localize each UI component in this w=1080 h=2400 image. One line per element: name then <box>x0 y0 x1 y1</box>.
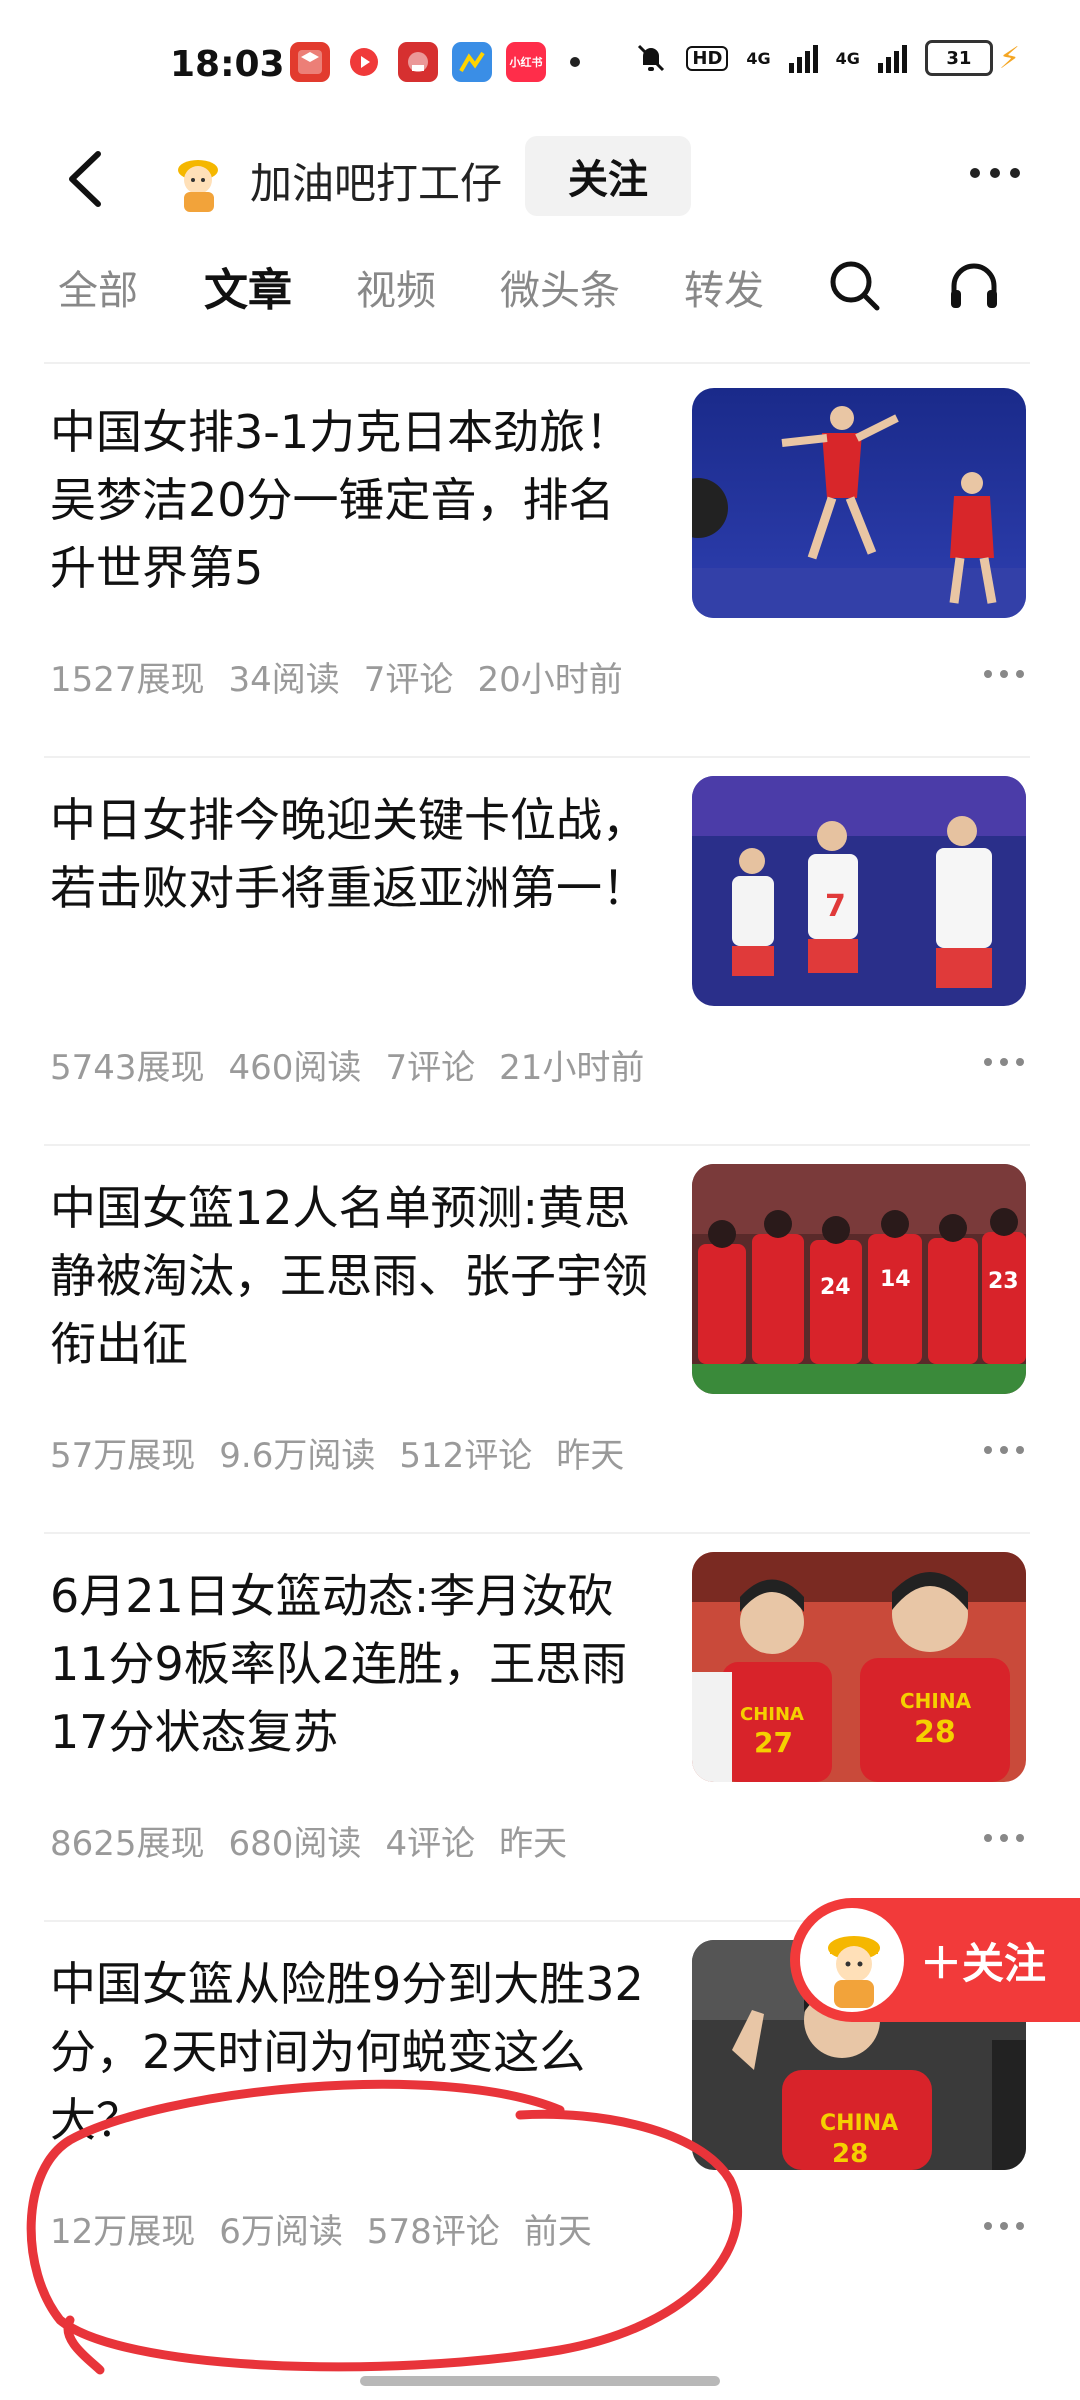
article-stats: 5743展现 460阅读 7评论 21小时前 <box>50 1040 644 1089</box>
app-icon-5: 小红书 <box>506 42 546 82</box>
article-stats: 1527展现 34阅读 7评论 20小时前 <box>50 652 623 701</box>
reads-count: 34阅读 <box>228 660 340 700</box>
publish-time: 21小时前 <box>499 1048 645 1088</box>
article-item[interactable]: 中国女排3-1力克日本劲旅！吴梦洁20分一锤定音，排名升世界第5 1527展现 … <box>0 364 1080 734</box>
tab-articles[interactable]: 文章 <box>204 254 292 318</box>
network-type-1: 4G <box>746 48 771 68</box>
status-indicators: HD 4G 4G 31 ⚡ <box>634 40 1020 76</box>
status-bar: 18:03 小红书 HD 4G 4G 31 ⚡ <box>0 0 1080 130</box>
battery-icon: 31 <box>924 40 993 76</box>
views-count: 8625展现 <box>50 1824 205 1864</box>
tab-micro-posts[interactable]: 微头条 <box>500 258 620 316</box>
reads-count: 460阅读 <box>228 1048 362 1088</box>
back-button[interactable] <box>56 144 116 214</box>
app-icon-3 <box>398 42 438 82</box>
comments-count: 7评论 <box>385 1048 476 1088</box>
article-thumbnail[interactable]: 24 14 23 <box>692 1164 1026 1394</box>
signal-bars-icon-2 <box>877 43 907 73</box>
home-indicator[interactable] <box>360 2376 720 2386</box>
article-more-button[interactable] <box>984 2222 1024 2230</box>
reads-count: 680阅读 <box>228 1824 362 1864</box>
search-button[interactable] <box>825 256 885 316</box>
jersey-text: CHINA <box>820 2111 898 2136</box>
article-thumbnail[interactable]: 7 <box>692 776 1026 1006</box>
charging-icon: ⚡ <box>998 40 1020 76</box>
notification-app-icons: 小红书 <box>290 42 580 82</box>
views-count: 5743展现 <box>50 1048 205 1088</box>
jersey-number: 14 <box>880 1267 911 1292</box>
tab-videos[interactable]: 视频 <box>356 258 436 316</box>
avatar <box>800 1908 904 2012</box>
article-item[interactable]: 中日女排今晚迎关键卡位战，若击败对手将重返亚洲第一！ 7 5743展现 460阅… <box>0 752 1080 1122</box>
article-title[interactable]: 中国女排3-1力克日本劲旅！吴梦洁20分一锤定音，排名升世界第5 <box>50 398 650 602</box>
article-item[interactable]: 6月21日女篮动态:李月汝砍11分9板率队2连胜，王思雨17分状态复苏 CHIN… <box>0 1528 1080 1898</box>
listen-button[interactable] <box>944 256 1004 316</box>
comments-count: 4评论 <box>385 1824 476 1864</box>
article-more-button[interactable] <box>984 1834 1024 1842</box>
content-tabs: 全部 文章 视频 微头条 转发 <box>0 250 1080 340</box>
app-icon-2 <box>344 42 384 82</box>
account-name: 加油吧打工仔 <box>250 159 503 208</box>
more-options-button[interactable] <box>970 168 1020 178</box>
publish-time: 昨天 <box>556 1436 625 1476</box>
network-type-2: 4G <box>835 48 860 68</box>
dot-icon <box>990 168 1000 178</box>
publish-time: 昨天 <box>499 1824 568 1864</box>
article-stats: 12万展现 6万阅读 578评论 前天 <box>50 2204 592 2253</box>
mute-bell-icon <box>638 44 665 72</box>
article-item[interactable]: 中国女篮12人名单预测:黄思静被淘汰，王思雨、张子宇领衔出征 24 14 23 … <box>0 1140 1080 1510</box>
article-title[interactable]: 6月21日女篮动态:李月汝砍11分9板率队2连胜，王思雨17分状态复苏 <box>50 1562 650 1766</box>
article-more-button[interactable] <box>984 1058 1024 1066</box>
app-icon-4 <box>452 42 492 82</box>
article-stats: 8625展现 680阅读 4评论 昨天 <box>50 1816 567 1865</box>
tab-all[interactable]: 全部 <box>58 258 138 316</box>
article-more-button[interactable] <box>984 670 1024 678</box>
jersey-number: 28 <box>914 1715 956 1750</box>
search-icon <box>830 261 880 311</box>
comments-count: 7评论 <box>363 660 454 700</box>
app-icon-1 <box>290 42 330 82</box>
headphones-icon <box>951 263 997 308</box>
more-notifications-dot <box>570 57 580 67</box>
reads-count: 6万阅读 <box>219 2212 343 2252</box>
status-time: 18:03 <box>170 44 285 85</box>
article-more-button[interactable] <box>984 1446 1024 1454</box>
floating-follow-button[interactable]: ＋关注 <box>790 1898 1080 2022</box>
floating-follow-label: ＋关注 <box>920 1939 1047 1988</box>
comments-count: 512评论 <box>399 1436 533 1476</box>
article-title[interactable]: 中国女篮12人名单预测:黄思静被淘汰，王思雨、张子宇领衔出征 <box>50 1174 650 1378</box>
jersey-text: CHINA <box>740 1704 804 1725</box>
publish-time: 20小时前 <box>477 660 623 700</box>
article-title[interactable]: 中国女篮从险胜9分到大胜32分，2天时间为何蜕变这么大？ <box>50 1950 650 2154</box>
views-count: 57万展现 <box>50 1436 196 1476</box>
article-thumbnail[interactable]: CHINA 27 CHINA 28 <box>692 1552 1026 1782</box>
views-count: 12万展现 <box>50 2212 196 2252</box>
profile-header: 加油吧打工仔 关注 <box>0 130 1080 240</box>
back-arrow-icon <box>69 151 101 207</box>
signal-bars-icon <box>788 43 818 73</box>
svg-text:7: 7 <box>825 889 846 924</box>
follow-button[interactable]: 关注 <box>525 136 691 216</box>
jersey-number: 23 <box>988 1269 1019 1294</box>
jersey-number: 24 <box>820 1275 851 1300</box>
article-title[interactable]: 中日女排今晚迎关键卡位战，若击败对手将重返亚洲第一！ <box>50 786 650 922</box>
publish-time: 前天 <box>523 2212 592 2252</box>
avatar[interactable] <box>158 140 234 216</box>
hd-voice-badge: HD <box>686 45 729 71</box>
article-thumbnail[interactable] <box>692 388 1026 618</box>
reads-count: 9.6万阅读 <box>219 1436 376 1476</box>
tab-reposts[interactable]: 转发 <box>684 258 764 316</box>
comments-count: 578评论 <box>366 2212 500 2252</box>
jersey-text: CHINA <box>900 1689 972 1713</box>
dot-icon <box>970 168 980 178</box>
article-stats: 57万展现 9.6万阅读 512评论 昨天 <box>50 1428 624 1477</box>
views-count: 1527展现 <box>50 660 205 700</box>
dot-icon <box>1010 168 1020 178</box>
jersey-number: 27 <box>754 1726 793 1759</box>
jersey-number: 28 <box>832 2139 868 2169</box>
